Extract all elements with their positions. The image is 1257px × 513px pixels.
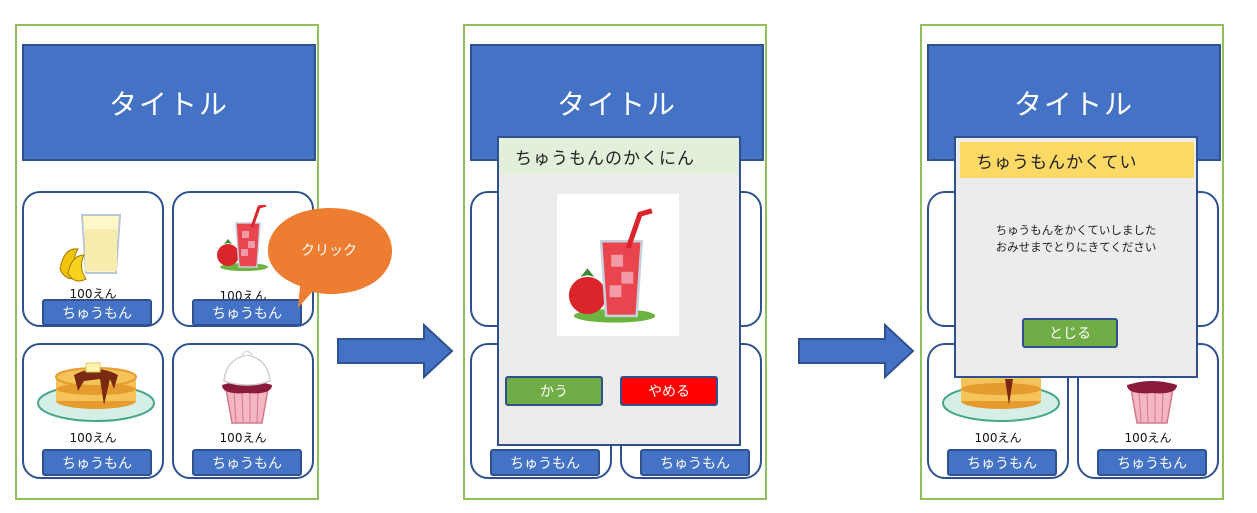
confirm-dialog: ちゅうもんのかくにん かう やめる xyxy=(497,136,741,446)
order-button[interactable]: ちゅうもん xyxy=(42,449,152,476)
pancake-icon xyxy=(37,362,155,422)
menu-item-card[interactable]: 100えん ちゅうもん xyxy=(172,343,314,479)
order-button[interactable]: ちゅうもん xyxy=(640,449,750,476)
dialog-heading: ちゅうもんかくてい xyxy=(960,142,1194,178)
order-button[interactable]: ちゅうもん xyxy=(1097,449,1207,476)
order-button[interactable]: ちゅうもん xyxy=(42,299,152,326)
price-label: 100えん xyxy=(69,431,117,445)
menu-item-card[interactable]: 100えん ちゅうもん xyxy=(22,191,164,327)
dialog-message-line1: ちゅうもんをかくていしました xyxy=(995,223,1157,237)
menu-item-card[interactable]: 100えん ちゅうもん xyxy=(22,343,164,479)
close-button[interactable]: とじる xyxy=(1022,318,1118,348)
lemonade-banana-icon xyxy=(59,214,122,282)
cupcake-icon xyxy=(222,350,272,424)
click-callout-label: クリック xyxy=(301,243,357,259)
price-label: 100えん xyxy=(1124,431,1172,445)
right-arrow-icon xyxy=(798,323,915,379)
tomato-juice-icon xyxy=(557,194,679,336)
order-button[interactable]: ちゅうもん xyxy=(192,449,302,476)
cancel-button[interactable]: やめる xyxy=(620,376,718,406)
page-title: タイトル xyxy=(22,44,316,161)
right-arrow-icon xyxy=(337,323,454,379)
completion-dialog: ちゅうもんかくてい ちゅうもんをかくていしました おみせまでとりにきてください … xyxy=(954,136,1198,378)
price-label: 100えん xyxy=(974,431,1022,445)
dialog-message-line2: おみせまでとりにきてください xyxy=(995,240,1157,254)
order-button[interactable]: ちゅうもん xyxy=(490,449,600,476)
order-button[interactable]: ちゅうもん xyxy=(947,449,1057,476)
price-label: 100えん xyxy=(219,431,267,445)
buy-button[interactable]: かう xyxy=(505,376,603,406)
product-image xyxy=(557,194,679,336)
dialog-heading: ちゅうもんのかくにん xyxy=(499,138,739,174)
click-callout: クリック xyxy=(266,206,394,310)
